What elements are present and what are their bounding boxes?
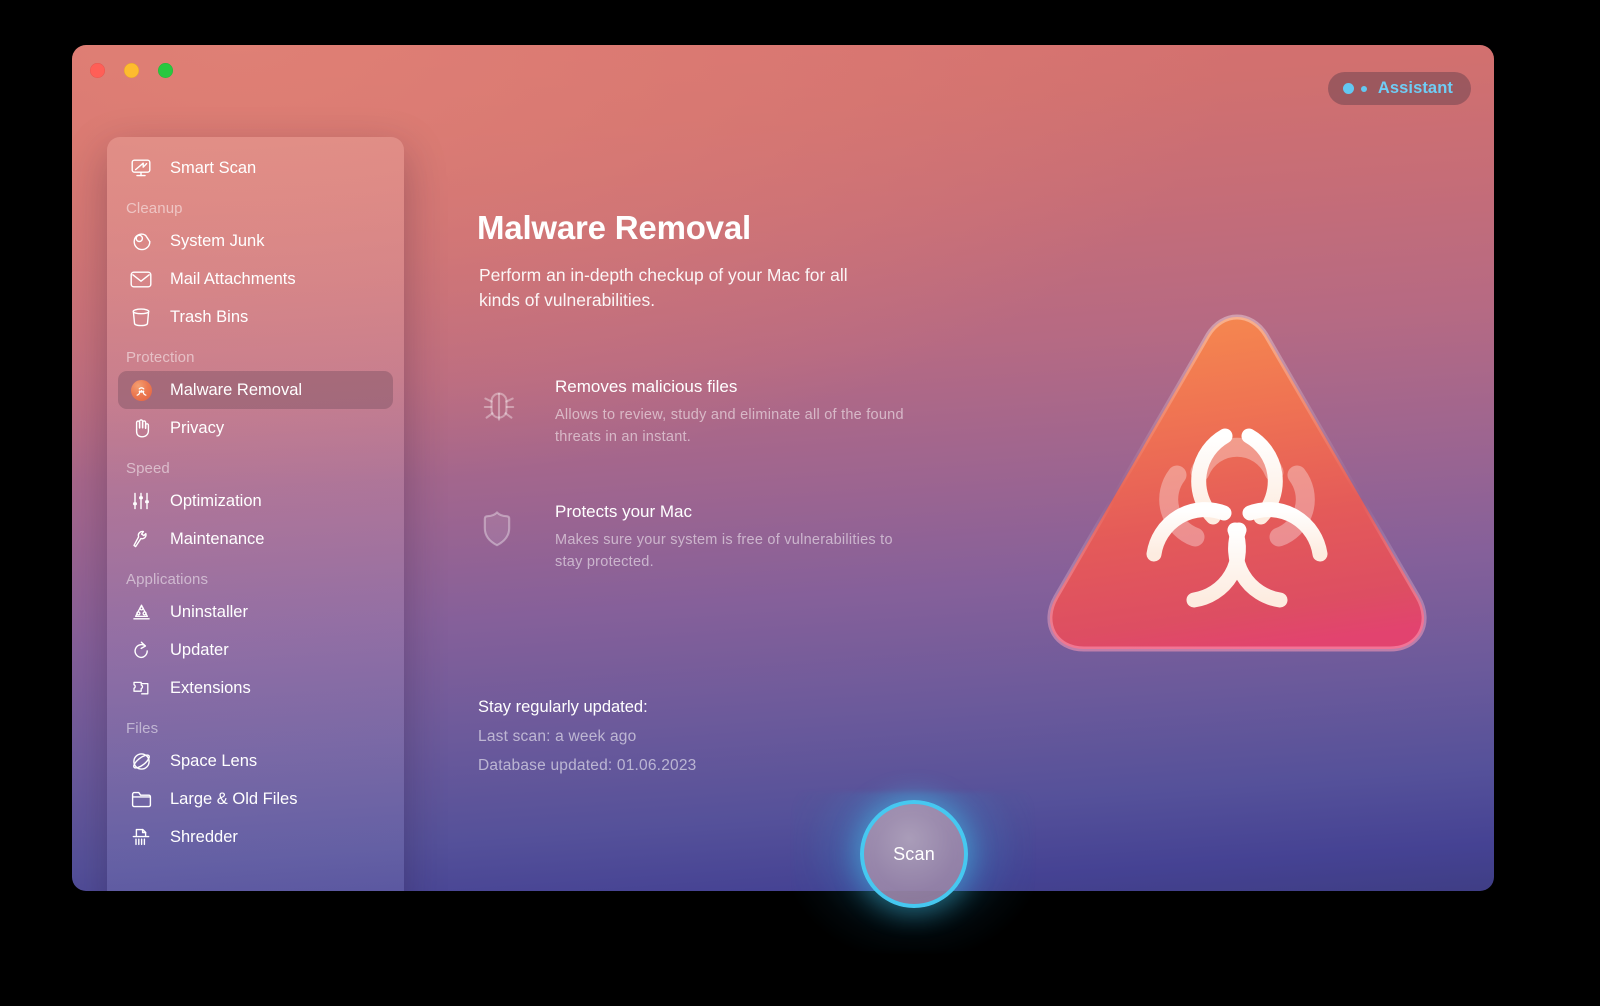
database-updated-text: Database updated: 01.06.2023 [478, 757, 697, 774]
smart-scan-icon [126, 156, 156, 180]
sidebar-item-label: Space Lens [170, 751, 258, 770]
feature-title: Removes malicious files [555, 377, 738, 396]
feature-subtitle: Makes sure your system is free of vulner… [555, 532, 893, 571]
sidebar-item-maintenance[interactable]: Maintenance [118, 520, 393, 558]
sidebar-group-cleanup: Cleanup [126, 200, 183, 217]
sidebar-item-smart-scan[interactable]: Smart Scan [118, 149, 393, 187]
minimize-button[interactable] [124, 63, 139, 78]
sidebar-item-label: Uninstaller [170, 602, 248, 621]
bug-icon [477, 377, 535, 449]
assistant-button[interactable]: Assistant [1327, 72, 1471, 105]
app-window: Assistant Smart Scan Cleanup System Junk… [72, 45, 1494, 891]
sidebar-group-speed: Speed [126, 460, 170, 477]
maximize-button[interactable] [158, 63, 173, 78]
sidebar-item-extensions[interactable]: Extensions [118, 669, 393, 707]
sidebar-group-applications: Applications [126, 571, 209, 588]
sidebar-item-space-lens[interactable]: Space Lens [118, 742, 393, 780]
puzzle-piece-icon [126, 676, 156, 700]
sidebar-item-label: Mail Attachments [170, 269, 296, 288]
assistant-dot-large-icon [1342, 83, 1354, 94]
sidebar-group-files: Files [126, 720, 159, 737]
sidebar-item-label: System Junk [170, 231, 265, 250]
sidebar-item-optimization[interactable]: Optimization [118, 482, 393, 520]
trash-bin-icon [126, 305, 156, 329]
stay-updated-title: Stay regularly updated: [478, 698, 648, 716]
shredder-icon [126, 825, 156, 849]
window-controls [90, 63, 173, 78]
sidebar-item-large-old-files[interactable]: Large & Old Files [118, 780, 393, 818]
page-description: Perform an in-depth checkup of your Mac … [479, 265, 848, 310]
feature-removes-malicious-files: Removes malicious files Allows to review… [477, 377, 947, 449]
sidebar-item-label: Maintenance [170, 529, 265, 548]
system-junk-icon [126, 229, 156, 253]
sidebar-item-label: Optimization [170, 491, 262, 510]
mail-envelope-icon [126, 267, 156, 291]
sidebar-item-uninstaller[interactable]: Uninstaller [118, 593, 393, 631]
shield-icon [477, 502, 535, 574]
updater-arrow-icon [126, 638, 156, 662]
sidebar-group-protection: Protection [126, 349, 195, 366]
stay-updated-block: Stay regularly updated: Last scan: a wee… [478, 698, 696, 775]
sidebar-item-shredder[interactable]: Shredder [118, 818, 393, 856]
sidebar-item-label: Updater [170, 640, 229, 659]
assistant-label: Assistant [1377, 79, 1453, 97]
sidebar-item-label: Shredder [170, 827, 238, 846]
scan-button-label: Scan [893, 843, 935, 864]
sidebar-item-label: Privacy [170, 418, 225, 437]
page-title: Malware Removal [477, 209, 751, 246]
space-lens-icon [126, 749, 156, 773]
feature-title: Protects your Mac [555, 502, 692, 521]
last-scan-text: Last scan: a week ago [478, 728, 637, 745]
sidebar-item-malware-removal[interactable]: Malware Removal [118, 371, 393, 409]
sidebar-item-label: Large & Old Files [170, 789, 298, 808]
sidebar-item-system-junk[interactable]: System Junk [118, 222, 393, 260]
screen: Assistant Smart Scan Cleanup System Junk… [0, 0, 1600, 1006]
wrench-icon [126, 527, 156, 551]
sidebar-item-label: Malware Removal [170, 380, 303, 399]
sidebar-item-trash-bins[interactable]: Trash Bins [118, 298, 393, 336]
folder-icon [126, 787, 156, 811]
hand-privacy-icon [126, 416, 156, 440]
scan-button[interactable]: Scan [860, 800, 968, 908]
sidebar-item-label: Smart Scan [170, 158, 257, 177]
feature-subtitle: Allows to review, study and eliminate al… [555, 407, 904, 446]
main-content: Malware Removal Perform an in-depth chec… [477, 165, 1494, 891]
sliders-icon [126, 489, 156, 513]
sidebar: Smart Scan Cleanup System Junk Mail Atta… [107, 137, 404, 891]
sidebar-item-label: Trash Bins [170, 307, 249, 326]
biohazard-warning-triangle-icon [1037, 305, 1437, 680]
feature-protects-your-mac: Protects your Mac Makes sure your system… [477, 502, 947, 574]
sidebar-item-mail-attachments[interactable]: Mail Attachments [118, 260, 393, 298]
close-button[interactable] [90, 63, 105, 78]
assistant-dot-small-icon [1360, 85, 1367, 92]
sidebar-item-label: Extensions [170, 678, 251, 697]
uninstaller-icon [126, 600, 156, 624]
biohazard-icon [126, 378, 156, 402]
sidebar-item-updater[interactable]: Updater [118, 631, 393, 669]
sidebar-item-privacy[interactable]: Privacy [118, 409, 393, 447]
